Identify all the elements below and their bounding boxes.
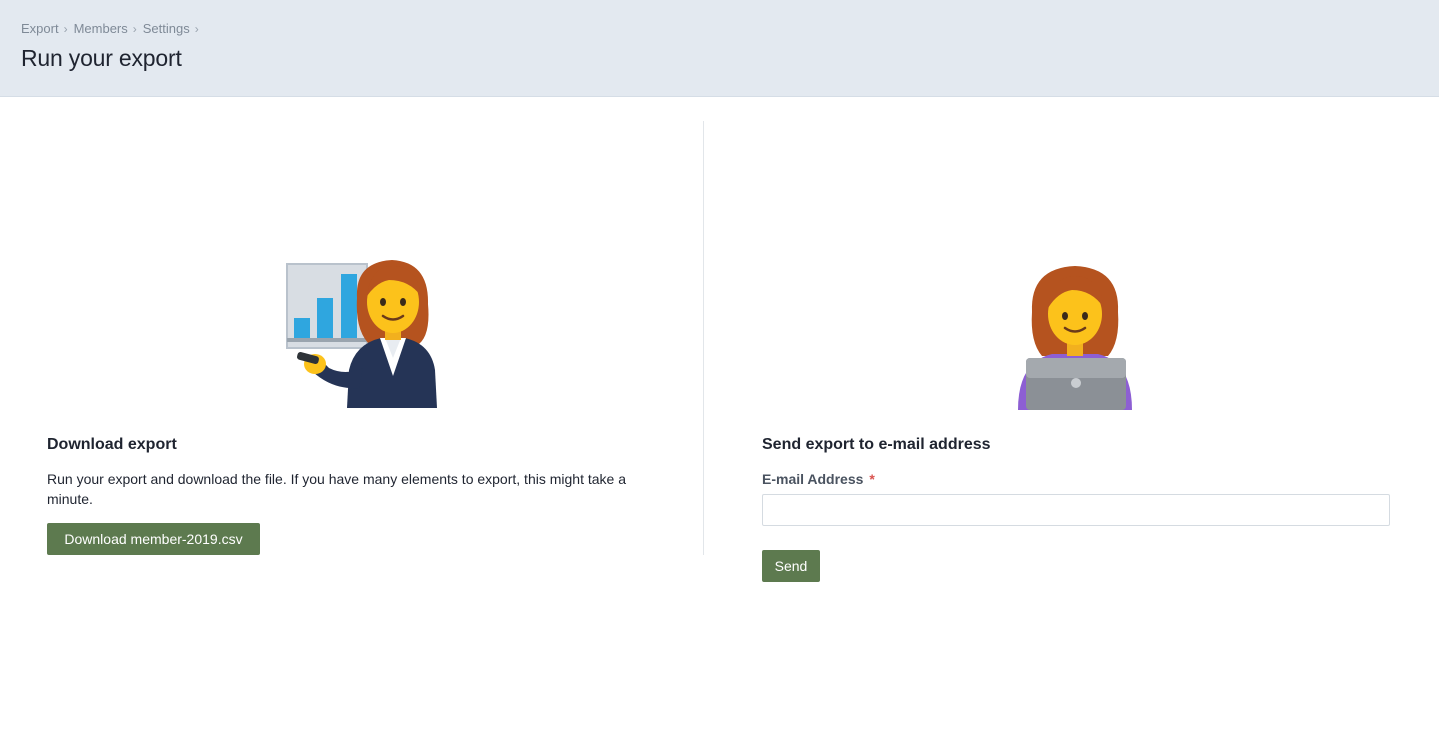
breadcrumb-members[interactable]: Members xyxy=(74,21,128,36)
email-field-label-text: E-mail Address xyxy=(762,471,864,487)
download-export-heading: Download export xyxy=(47,436,177,453)
woman-at-laptop-icon xyxy=(1018,266,1132,410)
breadcrumb-settings[interactable]: Settings xyxy=(143,21,190,36)
email-field[interactable] xyxy=(762,494,1390,526)
email-field-label: E-mail Address * xyxy=(762,471,875,487)
download-export-description: Run your export and download the file. I… xyxy=(47,471,626,507)
page-title: Run your export xyxy=(21,45,182,71)
breadcrumb-separator: › xyxy=(132,21,137,36)
send-button[interactable]: Send xyxy=(762,550,820,582)
required-asterisk: * xyxy=(869,471,875,487)
breadcrumb: Export › Members › Settings › xyxy=(21,21,205,36)
email-export-heading: Send export to e-mail address xyxy=(762,436,991,453)
breadcrumb-separator: › xyxy=(63,21,68,36)
breadcrumb-export[interactable]: Export xyxy=(21,21,59,36)
page-header: Export › Members › Settings › Run your e… xyxy=(0,0,1439,97)
download-file-button[interactable]: Download member-2019.csv xyxy=(47,523,260,555)
breadcrumb-separator: › xyxy=(194,21,199,36)
column-divider xyxy=(703,121,704,555)
woman-presenting-chart-icon xyxy=(286,260,437,408)
